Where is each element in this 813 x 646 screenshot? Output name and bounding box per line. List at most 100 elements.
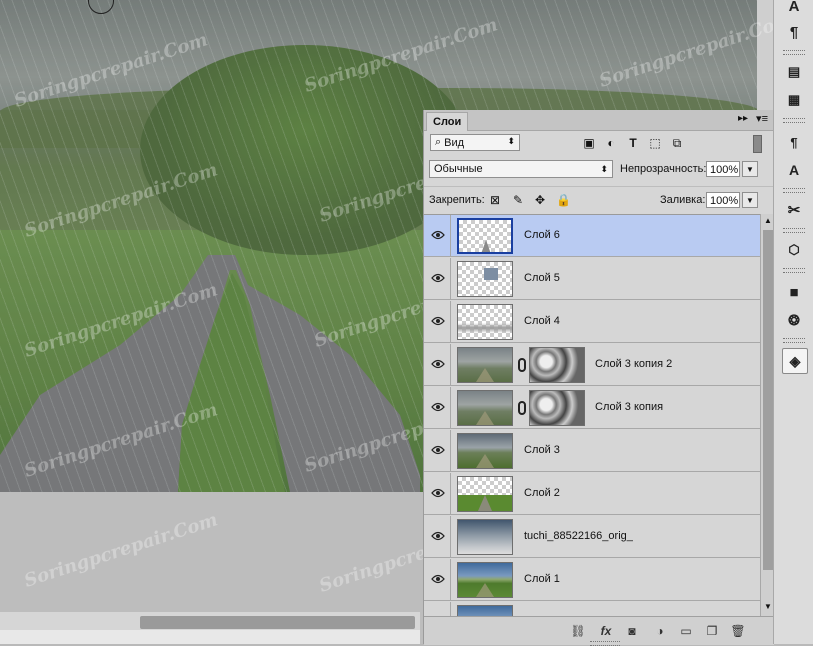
fill-label: Заливка: bbox=[660, 194, 706, 206]
dock-grip[interactable] bbox=[783, 50, 805, 55]
layer-row[interactable]: Слой 2 bbox=[424, 473, 760, 515]
character-styles-icon[interactable]: A bbox=[782, 158, 806, 182]
lock-move-icon[interactable]: ✥ bbox=[533, 193, 547, 207]
fx-icon[interactable]: fx bbox=[598, 623, 614, 639]
eye-divider bbox=[450, 559, 451, 601]
document-icon[interactable]: ▦ bbox=[782, 88, 806, 112]
layer-thumbnail[interactable] bbox=[457, 519, 513, 555]
layer-row[interactable]: tuchi_88522166_orig_ bbox=[424, 516, 760, 558]
layer-list: Слой 6 Слой 5 Слой 4 Слой 3 копия 2 Слой 3 к… bbox=[424, 214, 760, 617]
layer-row[interactable]: Слой 3 bbox=[424, 430, 760, 472]
lock-all-icon[interactable]: 🔒 bbox=[556, 193, 571, 207]
chain-link-icon[interactable] bbox=[518, 358, 526, 372]
layer-name[interactable]: Слой 1 bbox=[524, 573, 560, 585]
visibility-eye-icon[interactable] bbox=[430, 400, 446, 414]
scroll-down-icon[interactable]: ▼ bbox=[764, 602, 772, 611]
adjustment-icon[interactable]: ◑ bbox=[652, 623, 668, 639]
mask-icon[interactable]: ◙ bbox=[624, 623, 640, 639]
layer-row[interactable]: Слой 4 bbox=[424, 301, 760, 343]
paragraph-styles-icon[interactable]: ¶ bbox=[782, 130, 806, 154]
layer-thumbnail[interactable] bbox=[457, 433, 513, 469]
filter-pixel-icon[interactable]: ▣ bbox=[582, 136, 596, 150]
layer-row[interactable] bbox=[424, 602, 760, 617]
layer-thumbnail[interactable] bbox=[457, 476, 513, 512]
blend-mode-select[interactable]: Обычные ⬍ bbox=[429, 160, 613, 178]
layer-thumbnail[interactable] bbox=[457, 304, 513, 340]
channels-icon[interactable]: ❂ bbox=[782, 308, 806, 332]
layer-row[interactable]: Слой 1 bbox=[424, 559, 760, 601]
canvas-vertical-scrollbar[interactable] bbox=[757, 0, 773, 110]
folder-icon[interactable]: ▭ bbox=[678, 623, 694, 639]
layer-row[interactable]: Слой 6 bbox=[424, 215, 760, 257]
layer-name[interactable]: Слой 3 копия 2 bbox=[595, 358, 672, 370]
layer-list-scrollbar-thumb[interactable] bbox=[763, 230, 773, 570]
visibility-eye-icon[interactable] bbox=[430, 228, 446, 242]
dock-grip[interactable] bbox=[783, 188, 805, 193]
search-icon: ⌕ bbox=[435, 136, 442, 148]
panel-menu-button[interactable]: ▾≡ bbox=[756, 112, 768, 125]
tab-layers[interactable]: Слои bbox=[426, 112, 469, 131]
dock-grip[interactable] bbox=[783, 268, 805, 273]
fill-dropdown[interactable]: ▼ bbox=[742, 192, 758, 208]
visibility-eye-icon[interactable] bbox=[430, 271, 446, 285]
layer-mask-thumbnail[interactable] bbox=[529, 390, 585, 426]
layer-thumbnail[interactable] bbox=[457, 347, 513, 383]
layer-name[interactable]: Слой 5 bbox=[524, 272, 560, 284]
visibility-eye-icon[interactable] bbox=[430, 529, 446, 543]
layer-thumbnail[interactable] bbox=[457, 218, 513, 254]
layer-thumbnail[interactable] bbox=[457, 261, 513, 297]
layer-mask-thumbnail[interactable] bbox=[529, 347, 585, 383]
filter-toggle[interactable] bbox=[753, 135, 762, 153]
opacity-label: Непрозрачность: bbox=[620, 163, 707, 175]
eye-divider bbox=[450, 516, 451, 558]
collapse-panel-button[interactable]: ▸▸ bbox=[738, 113, 748, 124]
layer-name[interactable]: Слой 2 bbox=[524, 487, 560, 499]
opacity-input[interactable]: 100% bbox=[706, 161, 740, 177]
character-icon[interactable]: A bbox=[782, 0, 806, 18]
new-layer-icon[interactable]: ❐ bbox=[704, 623, 720, 639]
lock-row: Закрепить: ⊠ ✎ ✥ 🔒 Заливка: 100% ▼ bbox=[424, 186, 774, 213]
3d-icon[interactable]: ⬡ bbox=[782, 238, 806, 262]
visibility-eye-icon[interactable] bbox=[430, 443, 446, 457]
layer-name[interactable]: Слой 6 bbox=[524, 229, 560, 241]
trash-icon[interactable]: 🗑 bbox=[730, 623, 746, 639]
filter-adjustment-icon[interactable]: ◐ bbox=[604, 136, 618, 150]
horizontal-scrollbar-thumb[interactable] bbox=[140, 616, 415, 629]
chain-link-icon[interactable] bbox=[518, 401, 526, 415]
visibility-eye-icon[interactable] bbox=[430, 572, 446, 586]
opacity-dropdown[interactable]: ▼ bbox=[742, 161, 758, 177]
layer-row[interactable]: Слой 3 копия 2 bbox=[424, 344, 760, 386]
dock-grip[interactable] bbox=[783, 228, 805, 233]
notes-icon[interactable]: ▤ bbox=[782, 60, 806, 84]
dock-grip[interactable] bbox=[783, 118, 805, 123]
chevron-updown-icon: ⬍ bbox=[507, 136, 515, 146]
layer-name[interactable]: tuchi_88522166_orig_ bbox=[524, 530, 633, 542]
visibility-eye-icon[interactable] bbox=[430, 314, 446, 328]
eye-divider bbox=[450, 602, 451, 617]
layer-row[interactable]: Слой 3 копия bbox=[424, 387, 760, 429]
layer-thumbnail[interactable] bbox=[457, 390, 513, 426]
layers-icon[interactable]: ◈ bbox=[782, 348, 808, 374]
filter-smart-object-icon[interactable]: ⧉ bbox=[670, 136, 684, 150]
layer-name[interactable]: Слой 3 копия bbox=[595, 401, 663, 413]
layer-row[interactable]: Слой 5 bbox=[424, 258, 760, 300]
tool-presets-icon[interactable]: ✂ bbox=[782, 198, 806, 222]
filter-kind-select[interactable]: ⌕ Вид ⬍ bbox=[430, 134, 520, 151]
eye-divider bbox=[450, 473, 451, 515]
scroll-up-icon[interactable]: ▲ bbox=[764, 216, 772, 225]
filter-shape-icon[interactable]: ⬚ bbox=[648, 136, 662, 150]
fill-input[interactable]: 100% bbox=[706, 192, 740, 208]
dock-grip[interactable] bbox=[783, 338, 805, 343]
panel-dock-toolstrip: A ¶ ▤ ▦ ¶ A ✂ ⬡ ■ ❂ ◈ bbox=[773, 0, 813, 644]
visibility-eye-icon[interactable] bbox=[430, 357, 446, 371]
visibility-eye-icon[interactable] bbox=[430, 486, 446, 500]
lock-transparent-icon[interactable]: ⊠ bbox=[488, 193, 502, 207]
layer-name[interactable]: Слой 4 bbox=[524, 315, 560, 327]
paragraph-icon[interactable]: ¶ bbox=[782, 20, 806, 44]
layer-name[interactable]: Слой 3 bbox=[524, 444, 560, 456]
3d-cube-icon[interactable]: ■ bbox=[782, 280, 806, 304]
layer-thumbnail[interactable] bbox=[457, 562, 513, 598]
filter-type-icon[interactable]: T bbox=[626, 136, 640, 150]
lock-brush-icon[interactable]: ✎ bbox=[511, 193, 525, 207]
link-icon[interactable]: ⛓ bbox=[570, 623, 586, 639]
